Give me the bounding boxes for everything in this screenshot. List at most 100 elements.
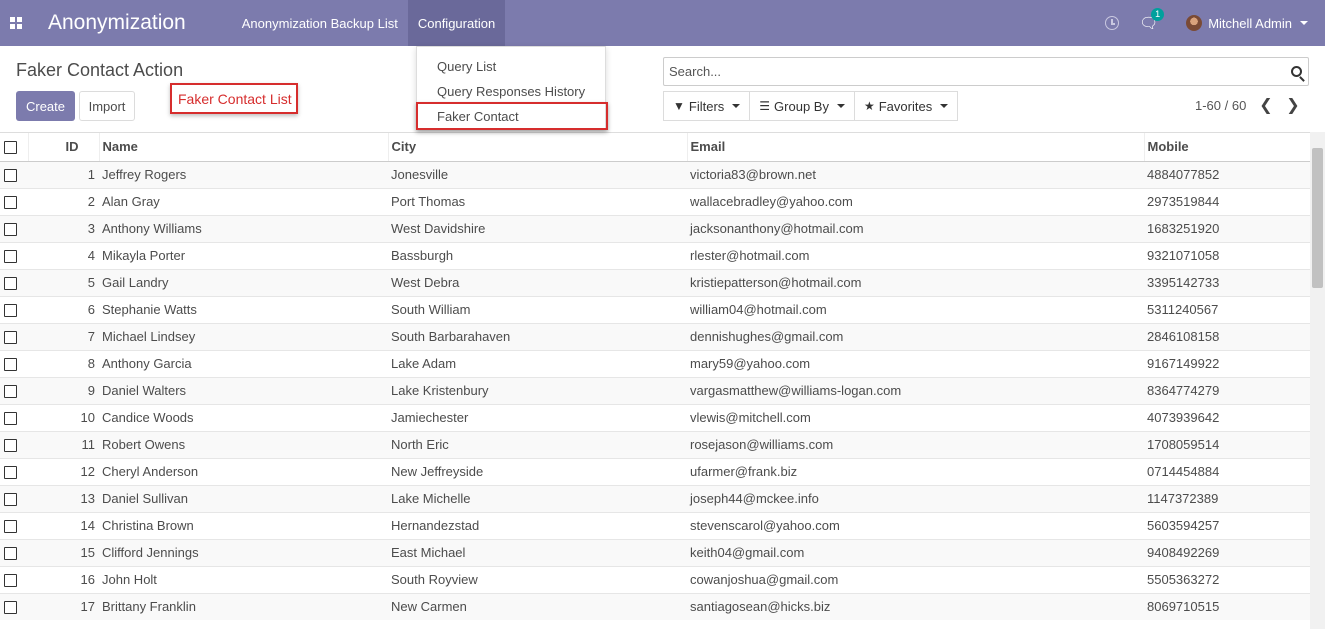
table-row[interactable]: 10 Candice Woods Jamiechester vlewis@mitche… [0,403,1310,431]
cell-mobile[interactable]: 8069710515 [1144,592,1310,620]
cell-id[interactable]: 2 [28,187,99,215]
group-by-button[interactable]: ☰ Group By [749,91,855,121]
avatar[interactable] [1186,15,1203,31]
import-button[interactable]: Import [79,91,135,121]
cell-name[interactable]: Candice Woods [99,403,388,431]
cell-name[interactable]: Stephanie Watts [99,295,388,323]
cell-city[interactable]: South Barbarahaven [388,322,687,350]
row-checkbox[interactable] [4,250,17,264]
cell-id[interactable]: 17 [28,592,99,620]
cell-mobile[interactable]: 8364774279 [1144,376,1310,404]
cell-email[interactable]: santiagosean@hicks.biz [687,592,1144,620]
cell-email[interactable]: mary59@yahoo.com [687,349,1144,377]
cell-name[interactable]: Alan Gray [99,187,388,215]
table-row[interactable]: 16 John Holt South Royview cowanjoshua@gmai… [0,565,1310,593]
create-button[interactable]: Create [16,91,75,121]
table-row[interactable]: 15 Clifford Jennings East Michael keith04@g… [0,538,1310,566]
cell-email[interactable]: vargasmatthew@williams-logan.com [687,376,1144,404]
cell-name[interactable]: John Holt [99,565,388,593]
cell-city[interactable]: Lake Kristenbury [388,376,687,404]
row-checkbox[interactable] [4,547,17,561]
cell-city[interactable]: Jonesville [388,160,687,188]
column-header-name[interactable]: Name [98,133,388,162]
pager-value[interactable]: 1-60 / 60 [1195,98,1246,113]
cell-city[interactable]: Bassburgh [388,241,687,269]
cell-mobile[interactable]: 5603594257 [1144,511,1310,539]
select-all-checkbox[interactable] [4,141,17,155]
table-row[interactable]: 4 Mikayla Porter Bassburgh rlester@hotmail.… [0,241,1310,269]
row-checkbox[interactable] [4,412,17,426]
cell-email[interactable]: rlester@hotmail.com [687,241,1144,269]
table-row[interactable]: 14 Christina Brown Hernandezstad stevenscar… [0,511,1310,539]
cell-id[interactable]: 15 [28,538,99,566]
row-checkbox[interactable] [4,223,17,237]
cell-mobile[interactable]: 2973519844 [1144,187,1310,215]
table-row[interactable]: 17 Brittany Franklin New Carmen santiagosea… [0,592,1310,620]
cell-city[interactable]: South William [388,295,687,323]
cell-id[interactable]: 10 [28,403,99,431]
cell-id[interactable]: 9 [28,376,99,404]
column-header-email[interactable]: Email [686,133,1144,162]
cell-name[interactable]: Clifford Jennings [99,538,388,566]
cell-mobile[interactable]: 4884077852 [1144,160,1310,188]
table-row[interactable]: 9 Daniel Walters Lake Kristenbury vargasmat… [0,376,1310,404]
cell-city[interactable]: Lake Adam [388,349,687,377]
cell-city[interactable]: New Carmen [388,592,687,620]
row-checkbox[interactable] [4,304,17,318]
cell-mobile[interactable]: 1708059514 [1144,430,1310,458]
cell-name[interactable]: Gail Landry [99,268,388,296]
cell-mobile[interactable]: 5311240567 [1144,295,1310,323]
scrollbar[interactable] [1310,132,1325,629]
cell-name[interactable]: Anthony Williams [99,214,388,242]
table-row[interactable]: 8 Anthony Garcia Lake Adam mary59@yahoo.com… [0,349,1310,377]
column-header-mobile[interactable]: Mobile [1143,133,1310,162]
chevron-left-icon[interactable]: ❮ [1259,96,1273,114]
cell-city[interactable]: Jamiechester [388,403,687,431]
cell-mobile[interactable]: 9167149922 [1144,349,1310,377]
favorites-button[interactable]: ★ Favorites [853,91,959,121]
cell-id[interactable]: 12 [28,457,99,485]
menu-configuration[interactable]: Configuration [407,0,506,46]
cell-email[interactable]: william04@hotmail.com [687,295,1144,323]
cell-name[interactable]: Brittany Franklin [99,592,388,620]
menu-item-query-responses-history[interactable]: Query Responses History [437,84,585,99]
chevron-down-icon[interactable] [1300,21,1308,25]
cell-email[interactable]: cowanjoshua@gmail.com [687,565,1144,593]
cell-city[interactable]: East Michael [388,538,687,566]
cell-city[interactable]: North Eric [388,430,687,458]
cell-email[interactable]: stevenscarol@yahoo.com [687,511,1144,539]
cell-city[interactable]: West Davidshire [388,214,687,242]
cell-mobile[interactable]: 3395142733 [1144,268,1310,296]
cell-mobile[interactable]: 5505363272 [1144,565,1310,593]
row-checkbox[interactable] [4,385,17,399]
row-checkbox[interactable] [4,601,17,615]
cell-email[interactable]: vlewis@mitchell.com [687,403,1144,431]
cell-name[interactable]: Cheryl Anderson [99,457,388,485]
row-checkbox[interactable] [4,439,17,453]
activity-clock-icon[interactable] [1105,16,1120,30]
cell-name[interactable]: Michael Lindsey [99,322,388,350]
cell-city[interactable]: Port Thomas [388,187,687,215]
cell-name[interactable]: Daniel Walters [99,376,388,404]
cell-id[interactable]: 11 [28,430,99,458]
cell-mobile[interactable]: 4073939642 [1144,403,1310,431]
cell-email[interactable]: ufarmer@frank.biz [687,457,1144,485]
menu-item-query-list[interactable]: Query List [437,59,496,74]
row-checkbox[interactable] [4,358,17,372]
cell-mobile[interactable]: 2846108158 [1144,322,1310,350]
cell-id[interactable]: 16 [28,565,99,593]
table-row[interactable]: 2 Alan Gray Port Thomas wallacebradley@yaho… [0,187,1310,215]
filters-button[interactable]: ▼ Filters [663,91,751,121]
cell-city[interactable]: Hernandezstad [388,511,687,539]
cell-mobile[interactable]: 9321071058 [1144,241,1310,269]
row-checkbox[interactable] [4,574,17,588]
cell-id[interactable]: 3 [28,214,99,242]
row-checkbox[interactable] [4,466,17,480]
row-checkbox[interactable] [4,493,17,507]
cell-mobile[interactable]: 0714454884 [1144,457,1310,485]
cell-mobile[interactable]: 1147372389 [1144,484,1310,512]
cell-mobile[interactable]: 1683251920 [1144,214,1310,242]
cell-id[interactable]: 5 [28,268,99,296]
cell-id[interactable]: 1 [28,160,99,188]
table-row[interactable]: 3 Anthony Williams West Davidshire jacksona… [0,214,1310,242]
